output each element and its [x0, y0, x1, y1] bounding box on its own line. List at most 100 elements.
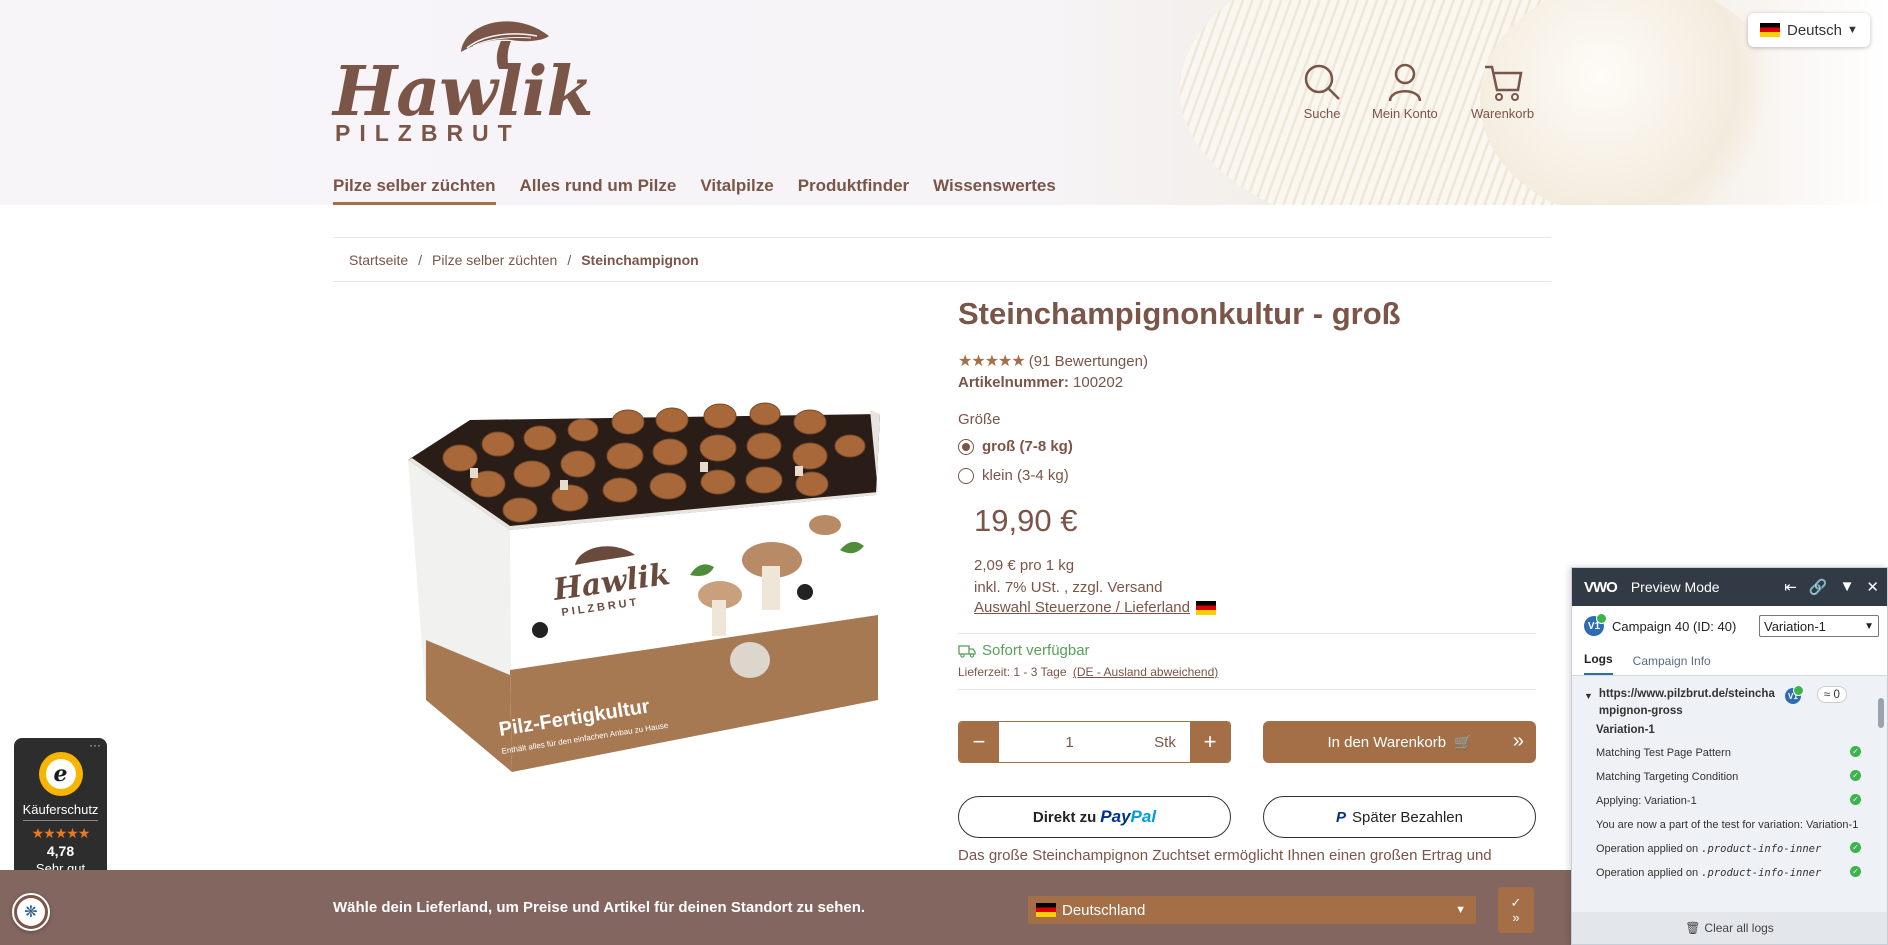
quantity-stepper: − 1 Stk + [958, 721, 1231, 763]
trusted-shops-logo-icon: e [38, 752, 83, 796]
size-label: Größe [958, 411, 1001, 428]
clear-logs-label: Clear all logs [1704, 921, 1774, 935]
check-icon: ✓ [1510, 895, 1522, 910]
variation-select[interactable]: Variation-1 ▼ [1759, 615, 1879, 637]
more-icon[interactable]: ··· [89, 738, 101, 752]
log-op-selector: .product-info-inner [1701, 867, 1822, 879]
delivery-label: Lieferzeit: 1 - 3 Tage [958, 665, 1067, 679]
link-icon[interactable]: 🔗 [1809, 578, 1828, 596]
fingerprint-icon: ❋ [17, 898, 45, 926]
log-count: 0 [1833, 689, 1840, 701]
privacy-settings-button[interactable]: ❋ [12, 893, 50, 931]
log-line-text: Matching Test Page Pattern [1596, 747, 1731, 759]
nav-item-pilze-selber-zuechten[interactable]: Pilze selber züchten [333, 176, 496, 205]
log-line: You are now a part of the test for varia… [1596, 818, 1861, 832]
paypal-later-label: Später Bezahlen [1352, 808, 1463, 826]
paypal-direct-button[interactable]: Direkt zu PayPal [958, 796, 1231, 838]
double-chevron-right-icon: » [1512, 730, 1524, 752]
rating-stars: ★★★★★ [958, 353, 1026, 370]
log-op-prefix: Operation applied on [1596, 843, 1699, 855]
country-bar-message: Wähle dein Lieferland, um Preise und Art… [333, 899, 866, 916]
add-to-cart-button[interactable]: In den Warenkorb 🛒 » [1263, 721, 1536, 763]
review-count: (91 Bewertungen) [1028, 352, 1148, 370]
check-icon: ✓ [1850, 866, 1861, 877]
variation-badge-icon: V1 [1584, 613, 1607, 636]
availability-label: Sofort verfügbar [982, 642, 1090, 659]
vwo-log-list: ▼ https://www.pilzbrut.de/steinchampigno… [1572, 676, 1887, 912]
clear-logs-button[interactable]: 🗑 Clear all logs [1572, 912, 1887, 944]
country-select[interactable]: Deutschland ▼ [1028, 896, 1476, 924]
tab-campaign-info[interactable]: Campaign Info [1633, 654, 1711, 675]
german-flag-icon [1760, 23, 1780, 37]
vwo-header: VWO Preview Mode ⇤ 🔗 ▼ ✕ [1572, 568, 1887, 606]
log-line-text: Matching Targeting Condition [1596, 771, 1739, 783]
header-account[interactable]: Mein Konto [1372, 62, 1438, 121]
product-description: Das große Steinchampignon Zuchtset ermög… [958, 847, 1492, 864]
cart-icon [1484, 65, 1523, 101]
chevron-down-icon: ▼ [1847, 24, 1858, 36]
header-cart[interactable]: Warenkorb [1471, 62, 1534, 121]
nav-item-vitalpilze[interactable]: Vitalpilze [700, 176, 773, 205]
close-icon[interactable]: ✕ [1866, 578, 1879, 596]
delivery-abroad-link[interactable]: (DE - Ausland abweichend) [1073, 665, 1218, 679]
radio-unselected[interactable] [958, 467, 974, 484]
nav-item-alles-rund-um-pilze[interactable]: Alles rund um Pilze [520, 176, 677, 205]
quantity-increase-button[interactable]: + [1190, 722, 1230, 762]
size-option-gross[interactable]: groß (7-8 kg) [958, 438, 1073, 455]
log-line-text: You are now a part of the test for varia… [1596, 819, 1859, 831]
rating-score: 4,78 [46, 843, 75, 859]
size-option-label: groß (7-8 kg) [982, 438, 1073, 455]
log-line: Operation applied on .product-info-inner… [1596, 866, 1861, 880]
double-chevron-right-icon: » [1512, 910, 1520, 925]
scrollbar-thumb[interactable] [1878, 698, 1884, 728]
vwo-preview-panel: VWO Preview Mode ⇤ 🔗 ▼ ✕ V1 Campaign 40 … [1571, 567, 1888, 945]
german-flag-icon [1036, 903, 1056, 917]
tab-logs[interactable]: Logs [1584, 652, 1613, 675]
quantity-decrease-button[interactable]: − [959, 722, 999, 762]
log-entry-url[interactable]: ▼ https://www.pilzbrut.de/steinchampigno… [1584, 685, 1861, 720]
language-selector[interactable]: Deutsch ▼ [1748, 13, 1870, 47]
nav-item-wissenswertes[interactable]: Wissenswertes [933, 176, 1056, 205]
main-navigation: Pilze selber züchten Alles rund um Pilze… [333, 176, 1056, 205]
expand-triangle-icon[interactable]: ▼ [1584, 688, 1593, 720]
breadcrumb-separator: / [567, 251, 572, 268]
paypal-later-button[interactable]: P Später Bezahlen [1263, 796, 1536, 838]
user-icon [1388, 63, 1422, 102]
search-label: Suche [1303, 106, 1341, 121]
article-number-label: Artikelnummer: [958, 374, 1069, 391]
check-icon: ✓ [1850, 794, 1861, 805]
nav-item-produktfinder[interactable]: Produktfinder [798, 176, 909, 205]
product-image[interactable]: Hawlik PILZBRUT Pilz-Fertigkultur Enthäl… [400, 400, 890, 790]
log-line: Matching Test Page Pattern ✓ [1596, 746, 1861, 760]
divider [958, 633, 1536, 634]
minimize-icon[interactable]: ▼ [1840, 578, 1855, 596]
product-rating[interactable]: ★★★★★ (91 Bewertungen) [958, 351, 1148, 371]
tax-zone-link[interactable]: Auswahl Steuerzone / Lieferland [974, 599, 1223, 616]
paypal-direct-prefix: Direkt zu [1032, 808, 1097, 826]
log-url: https://www.pilzbrut.de/steinchampignon-… [1598, 688, 1775, 717]
german-flag-icon [1195, 600, 1216, 615]
breadcrumb: Startseite / Pilze selber züchten / Stei… [333, 237, 1551, 282]
variation-badge-icon: V1 [1784, 685, 1804, 704]
breadcrumb-home[interactable]: Startseite [349, 252, 408, 268]
logo-subtitle: PILZBRUT [335, 120, 521, 146]
vwo-campaign-row: V1 Campaign 40 (ID: 40) Variation-1 ▼ [1572, 606, 1887, 646]
log-line: Matching Targeting Condition ✓ [1596, 770, 1861, 784]
country-confirm-button[interactable]: ✓ » [1498, 887, 1534, 933]
delivery-time: Lieferzeit: 1 - 3 Tage (DE - Ausland abw… [958, 665, 1218, 679]
header-search[interactable]: Suche [1302, 62, 1342, 121]
country-selection-bar: Wähle dein Lieferland, um Preise und Art… [0, 870, 1572, 945]
size-option-label: klein (3-4 kg) [982, 467, 1069, 484]
radio-selected[interactable] [958, 438, 974, 455]
collapse-left-icon[interactable]: ⇤ [1784, 578, 1797, 596]
hawlik-logo[interactable]: Hawlik PILZBRUT [333, 14, 594, 146]
language-label: Deutsch [1787, 21, 1843, 39]
size-option-klein[interactable]: klein (3-4 kg) [958, 467, 1069, 484]
breadcrumb-category[interactable]: Pilze selber züchten [432, 252, 557, 268]
rating-stars: ★★★★★ [31, 825, 91, 841]
log-count-badge: ≈ 0 [1816, 686, 1847, 703]
quantity-input[interactable]: 1 [999, 722, 1140, 762]
cart-label: Warenkorb [1471, 106, 1535, 121]
vwo-campaign-name: Campaign 40 (ID: 40) [1612, 618, 1737, 634]
log-scrollbar[interactable] [1878, 682, 1885, 906]
